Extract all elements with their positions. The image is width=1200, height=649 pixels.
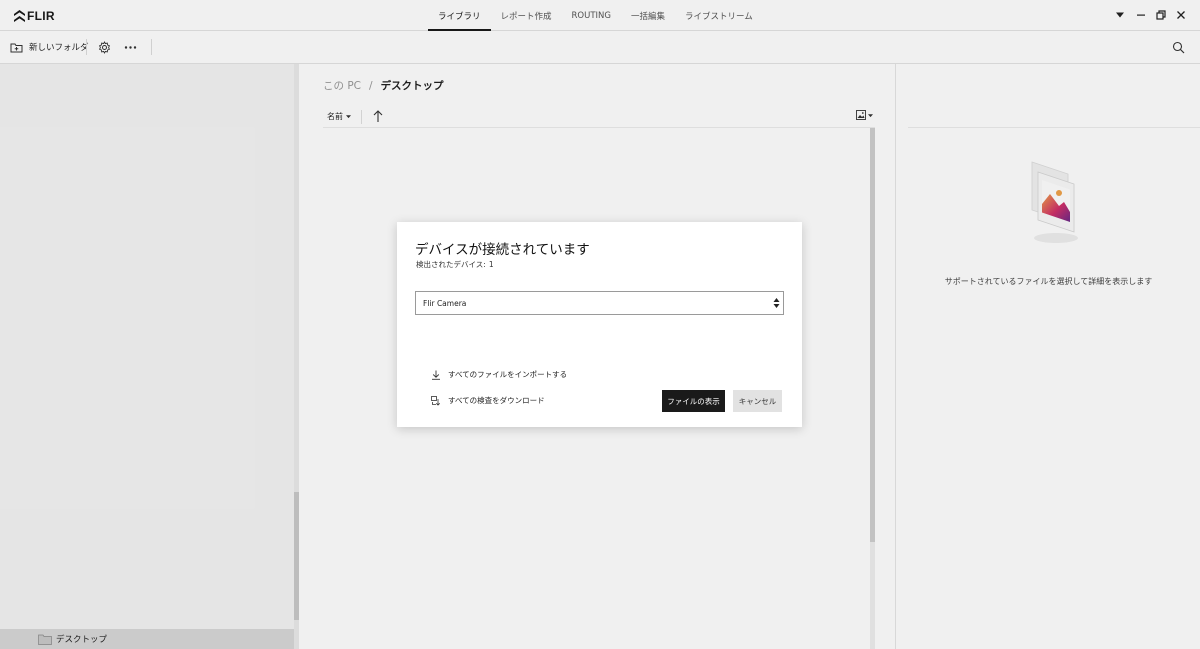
detected-devices-label: 検出されたデバイス:	[416, 260, 486, 269]
import-all-files-action[interactable]: すべてのファイルをインポートする	[431, 369, 567, 380]
download-all-inspections-label: すべての検査をダウンロード	[448, 396, 545, 405]
device-connected-dialog: デバイスが接続されています 検出されたデバイス: 1 Flir Camera すべ…	[397, 222, 802, 427]
cancel-button[interactable]: キャンセル	[733, 390, 782, 412]
device-select[interactable]: Flir Camera	[415, 291, 784, 315]
dialog-subtitle: 検出されたデバイス: 1	[416, 259, 494, 270]
updown-caret-icon	[773, 298, 780, 308]
import-all-files-label: すべてのファイルをインポートする	[448, 370, 568, 379]
show-files-button[interactable]: ファイルの表示	[662, 390, 725, 412]
download-all-inspections-action[interactable]: すべての検査をダウンロード	[431, 395, 545, 406]
inspection-download-icon	[431, 395, 440, 406]
dialog-title: デバイスが接続されています	[415, 242, 590, 258]
device-select-value: Flir Camera	[423, 298, 467, 308]
detected-devices-count: 1	[488, 260, 494, 269]
download-icon	[432, 370, 440, 380]
